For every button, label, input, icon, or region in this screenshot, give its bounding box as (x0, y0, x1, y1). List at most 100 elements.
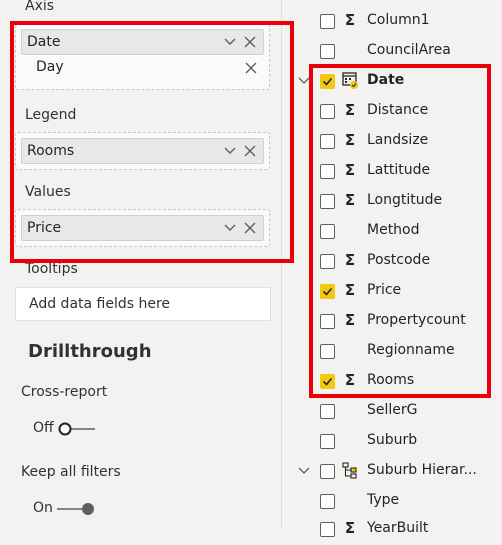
field-row-distance[interactable]: Σ Distance (282, 97, 502, 127)
field-name: Method (367, 222, 420, 238)
sigma-icon: Σ (344, 519, 356, 537)
field-row-method[interactable]: Method (282, 217, 502, 247)
keep-all-filters-state: On (33, 500, 53, 516)
field-checkbox[interactable] (320, 44, 335, 59)
field-name: Suburb Hierar... (367, 462, 477, 478)
field-name: SellerG (367, 402, 418, 418)
sigma-icon: Σ (344, 161, 356, 179)
field-name: Price (367, 282, 402, 298)
field-checkbox[interactable] (320, 134, 335, 149)
sigma-icon: Σ (344, 101, 356, 119)
field-name: Propertycount (367, 312, 466, 328)
values-well[interactable]: Price (15, 209, 270, 247)
checkmark-icon (322, 377, 333, 386)
sigma-icon: Σ (344, 281, 356, 299)
field-row-councilarea[interactable]: CouncilArea (282, 37, 502, 67)
tooltips-label: Tooltips (25, 261, 78, 277)
field-row-suburb-hierarchy[interactable]: Suburb Hierar... (282, 457, 502, 487)
values-field-label: Price (27, 220, 62, 236)
field-checkbox[interactable] (320, 74, 335, 89)
field-name: YearBuilt (367, 520, 429, 536)
field-name: Postcode (367, 252, 431, 268)
field-checkbox[interactable] (320, 164, 335, 179)
sigma-icon: Σ (344, 131, 356, 149)
field-checkbox[interactable] (320, 522, 335, 537)
field-row-price[interactable]: Σ Price (282, 277, 502, 307)
axis-field-label: Date (27, 34, 61, 50)
field-row-postcode[interactable]: Σ Postcode (282, 247, 502, 277)
chevron-down-icon[interactable] (223, 221, 237, 235)
field-row-propertycount[interactable]: Σ Propertycount (282, 307, 502, 337)
field-checkbox[interactable] (320, 434, 335, 449)
field-checkbox[interactable] (320, 224, 335, 239)
field-name: Column1 (367, 12, 430, 28)
field-name: Rooms (367, 372, 415, 388)
hierarchy-icon (342, 462, 357, 479)
remove-field-icon[interactable] (244, 36, 256, 48)
sigma-icon: Σ (344, 191, 356, 209)
chevron-down-icon[interactable] (298, 75, 310, 87)
field-row-lattitude[interactable]: Σ Lattitude (282, 157, 502, 187)
axis-label: Axis (25, 0, 55, 14)
axis-field-chip[interactable]: Date (21, 29, 264, 55)
cross-report-state: Off (33, 420, 54, 436)
axis-subfield-row[interactable]: Day (21, 57, 264, 79)
field-checkbox[interactable] (320, 104, 335, 119)
checkmark-icon (322, 287, 333, 296)
axis-subfield-label: Day (36, 59, 64, 75)
field-checkbox[interactable] (320, 254, 335, 269)
field-name: Regionname (367, 342, 455, 358)
cross-report-label: Cross-report (21, 384, 108, 400)
chevron-down-icon[interactable] (223, 144, 237, 158)
field-row-longtitude[interactable]: Σ Longtitude (282, 187, 502, 217)
field-checkbox[interactable] (320, 374, 335, 389)
legend-well[interactable]: Rooms (15, 132, 270, 170)
chevron-down-icon[interactable] (298, 465, 310, 477)
field-checkbox[interactable] (320, 464, 335, 479)
axis-well[interactable]: Date Day (15, 24, 270, 90)
field-row-yearbuilt[interactable]: Σ YearBuilt (282, 515, 502, 545)
field-row-landsize[interactable]: Σ Landsize (282, 127, 502, 157)
checkmark-icon (322, 77, 333, 86)
field-row-suburb[interactable]: Suburb (282, 427, 502, 457)
remove-subfield-icon[interactable] (245, 62, 257, 74)
tooltips-drop-zone[interactable]: Add data fields here (15, 287, 271, 321)
field-checkbox[interactable] (320, 14, 335, 29)
tooltips-placeholder: Add data fields here (29, 296, 171, 312)
drillthrough-title: Drillthrough (28, 341, 152, 362)
remove-field-icon[interactable] (244, 222, 256, 234)
legend-label: Legend (25, 107, 77, 123)
sigma-icon: Σ (344, 251, 356, 269)
field-checkbox[interactable] (320, 344, 335, 359)
field-name: Date (367, 72, 405, 88)
keep-all-filters-toggle[interactable] (57, 502, 97, 516)
field-checkbox[interactable] (320, 194, 335, 209)
field-row-date[interactable]: Date (282, 67, 502, 97)
field-name: Lattitude (367, 162, 431, 178)
field-row-regionname[interactable]: Regionname (282, 337, 502, 367)
field-name: Landsize (367, 132, 429, 148)
field-checkbox[interactable] (320, 284, 335, 299)
sigma-icon: Σ (344, 11, 356, 29)
keep-all-filters-label: Keep all filters (21, 464, 121, 480)
field-row-type[interactable]: Type (282, 487, 502, 517)
chevron-down-icon[interactable] (223, 35, 237, 49)
cross-report-toggle[interactable] (57, 422, 97, 436)
values-field-chip[interactable]: Price (21, 215, 264, 241)
legend-field-chip[interactable]: Rooms (21, 138, 264, 164)
field-checkbox[interactable] (320, 314, 335, 329)
calendar-icon (342, 72, 358, 89)
sigma-icon: Σ (344, 311, 356, 329)
field-checkbox[interactable] (320, 404, 335, 419)
field-name: Type (367, 492, 400, 508)
visualization-fields-pane: Axis Date Day Legend Rooms Values Price … (0, 0, 281, 529)
field-checkbox[interactable] (320, 494, 335, 509)
field-row-sellerg[interactable]: SellerG (282, 397, 502, 427)
field-row-rooms[interactable]: Σ Rooms (282, 367, 502, 397)
field-name: Suburb (367, 432, 418, 448)
legend-field-label: Rooms (27, 143, 75, 159)
field-row-column1[interactable]: Σ Column1 (282, 7, 502, 37)
sigma-icon: Σ (344, 371, 356, 389)
field-name: Distance (367, 102, 429, 118)
remove-field-icon[interactable] (244, 145, 256, 157)
